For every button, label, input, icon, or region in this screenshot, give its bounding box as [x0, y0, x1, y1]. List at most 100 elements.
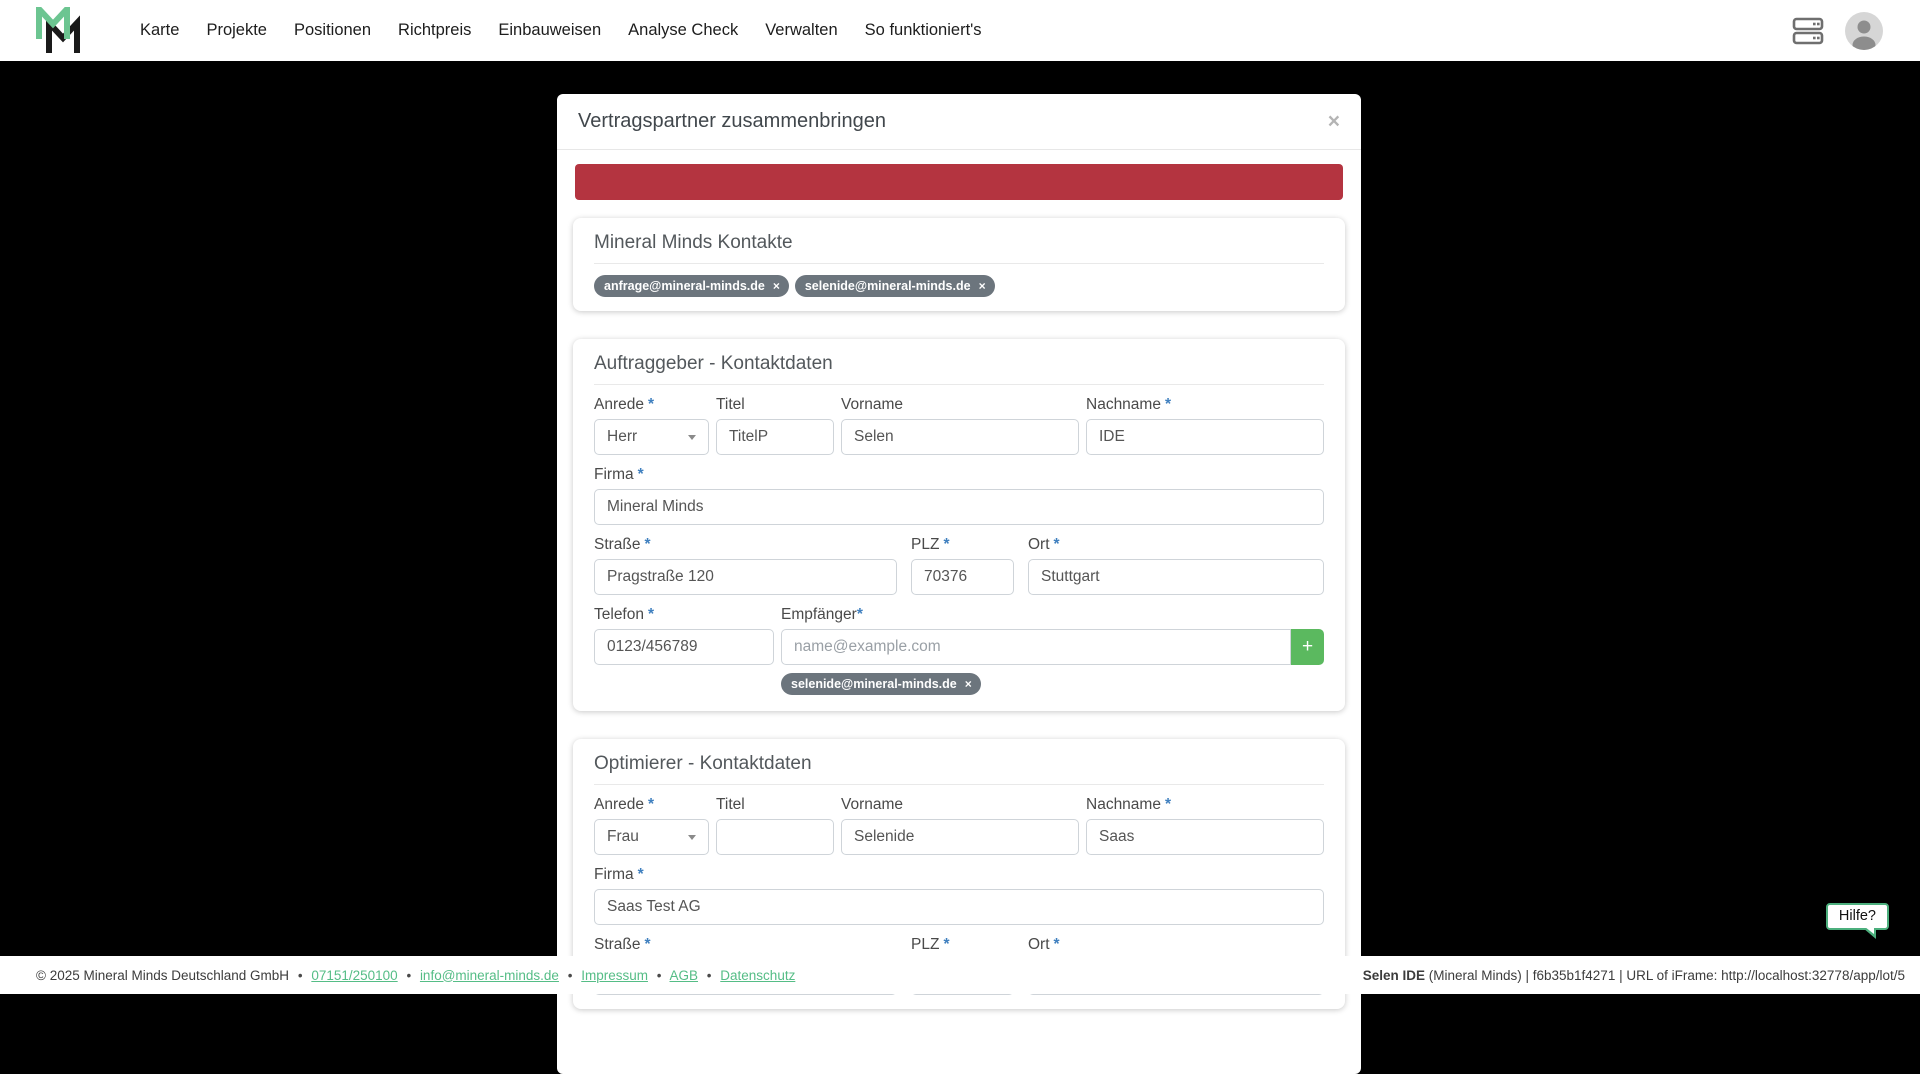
contact-tag: anfrage@mineral-minds.de × [594, 275, 789, 297]
nav-item-so-funktionierts[interactable]: So funktioniert's [865, 21, 982, 40]
divider [594, 784, 1324, 785]
separator: • [657, 968, 662, 983]
vorname-label: Vorname [841, 795, 1079, 814]
tag-remove-icon[interactable]: × [773, 280, 780, 292]
kontakte-tags: anfrage@mineral-minds.de × selenide@mine… [594, 275, 1324, 297]
server-icon[interactable] [1792, 17, 1825, 45]
empfaenger-input[interactable] [781, 629, 1291, 665]
kontakte-card: Mineral Minds Kontakte anfrage@mineral-m… [573, 218, 1345, 311]
user-avatar-icon[interactable] [1845, 12, 1883, 50]
required-star: * [645, 936, 651, 953]
auftraggeber-row-kontakt: Telefon* Empfänger* + [594, 605, 1324, 665]
modal-title: Vertragspartner zusammenbringen [578, 110, 886, 133]
telefon-label: Telefon* [594, 605, 774, 624]
session-details: (Mineral Minds) | f6b35b1f4271 | URL of … [1425, 968, 1905, 983]
plz-label: PLZ* [911, 935, 1014, 954]
firma-input-optimierer[interactable] [594, 889, 1324, 925]
nachname-label: Nachname* [1086, 795, 1324, 814]
nav-item-einbauweisen[interactable]: Einbauweisen [498, 21, 601, 40]
required-star: * [645, 536, 651, 553]
anrede-select[interactable]: Herr [594, 419, 709, 455]
tag-remove-icon[interactable]: × [979, 280, 986, 292]
firma-label: Firma* [594, 465, 1324, 484]
anrede-selected-value: Frau [607, 828, 639, 846]
footer-link-datenschutz[interactable]: Datenschutz [720, 968, 795, 983]
plz-input[interactable] [911, 559, 1014, 595]
nav-item-projekte[interactable]: Projekte [206, 21, 267, 40]
session-info: Selen IDE (Mineral Minds) | f6b35b1f4271… [1363, 968, 1905, 983]
titel-input-optimierer[interactable] [716, 819, 834, 855]
required-star: * [1054, 936, 1060, 953]
recipient-tag: selenide@mineral-minds.de × [781, 673, 981, 695]
auftraggeber-row-adresse: Straße* PLZ* Ort* [594, 535, 1324, 595]
add-recipient-button[interactable]: + [1291, 629, 1324, 665]
required-star: * [638, 466, 644, 483]
optimierer-row-firma: Firma* [594, 865, 1324, 925]
footer-link-email[interactable]: info@mineral-minds.de [420, 968, 559, 983]
ort-label: Ort* [1028, 535, 1324, 554]
nachname-label: Nachname* [1086, 395, 1324, 414]
strasse-label: Straße* [594, 535, 897, 554]
required-star: * [638, 866, 644, 883]
close-icon[interactable]: × [1328, 111, 1340, 132]
optimierer-card-title: Optimierer - Kontaktdaten [594, 753, 1324, 774]
tag-remove-icon[interactable]: × [965, 678, 972, 690]
copyright-text: © 2025 Mineral Minds Deutschland GmbH [36, 968, 289, 983]
session-user: Selen IDE [1363, 968, 1425, 983]
mineral-minds-logo[interactable] [36, 7, 80, 55]
titel-input[interactable] [716, 419, 834, 455]
ort-label: Ort* [1028, 935, 1324, 954]
plz-label: PLZ* [911, 535, 1014, 554]
anrede-selected-value: Herr [607, 428, 637, 446]
titel-label: Titel [716, 395, 834, 414]
top-navigation-bar: Karte Projekte Positionen Richtpreis Ein… [0, 0, 1920, 61]
vorname-input[interactable] [841, 419, 1079, 455]
footer-link-agb[interactable]: AGB [670, 968, 699, 983]
separator: • [568, 968, 573, 983]
vertragspartner-modal: Vertragspartner zusammenbringen × Minera… [557, 94, 1361, 1074]
nav-item-analyse-check[interactable]: Analyse Check [628, 21, 738, 40]
nachname-input-optimierer[interactable] [1086, 819, 1324, 855]
nav-item-karte[interactable]: Karte [140, 21, 179, 40]
required-star: * [648, 396, 654, 413]
nav-item-verwalten[interactable]: Verwalten [765, 21, 837, 40]
modal-body: Mineral Minds Kontakte anfrage@mineral-m… [557, 150, 1361, 1051]
footer-link-phone[interactable]: 07151/250100 [311, 968, 397, 983]
nachname-input[interactable] [1086, 419, 1324, 455]
footer-legal: © 2025 Mineral Minds Deutschland GmbH • … [36, 968, 795, 983]
kontakte-card-title: Mineral Minds Kontakte [594, 232, 1324, 253]
separator: • [707, 968, 712, 983]
nav-right-actions [1792, 12, 1883, 50]
main-menu: Karte Projekte Positionen Richtpreis Ein… [140, 21, 982, 40]
telefon-input[interactable] [594, 629, 774, 665]
contact-tag: selenide@mineral-minds.de × [795, 275, 995, 297]
footer-link-impressum[interactable]: Impressum [581, 968, 648, 983]
firma-input[interactable] [594, 489, 1324, 525]
footer-bar: © 2025 Mineral Minds Deutschland GmbH • … [0, 956, 1920, 994]
strasse-input[interactable] [594, 559, 897, 595]
required-star: * [1165, 796, 1171, 813]
error-alert [575, 164, 1343, 200]
vorname-input-optimierer[interactable] [841, 819, 1079, 855]
divider [594, 384, 1324, 385]
separator: • [298, 968, 303, 983]
ort-input[interactable] [1028, 559, 1324, 595]
anrede-select-optimierer[interactable]: Frau [594, 819, 709, 855]
recipient-tag-label: selenide@mineral-minds.de [791, 677, 957, 691]
required-star: * [648, 796, 654, 813]
anrede-label: Anrede* [594, 795, 709, 814]
help-bubble[interactable]: Hilfe? [1826, 903, 1889, 930]
nav-item-richtpreis[interactable]: Richtpreis [398, 21, 471, 40]
firma-label: Firma* [594, 865, 1324, 884]
auftraggeber-card: Auftraggeber - Kontaktdaten Anrede* Herr… [573, 339, 1345, 711]
auftraggeber-row-firma: Firma* [594, 465, 1324, 525]
optimierer-row-name: Anrede* Frau Titel Vorname Nachname* [594, 795, 1324, 855]
empfaenger-tags: selenide@mineral-minds.de × [781, 673, 1324, 695]
titel-label: Titel [716, 795, 834, 814]
required-star: * [943, 936, 949, 953]
required-star: * [943, 536, 949, 553]
anrede-label: Anrede* [594, 395, 709, 414]
auftraggeber-row-name: Anrede* Herr Titel Vorname Nachname* [594, 395, 1324, 455]
nav-item-positionen[interactable]: Positionen [294, 21, 371, 40]
chevron-down-icon [688, 835, 696, 840]
